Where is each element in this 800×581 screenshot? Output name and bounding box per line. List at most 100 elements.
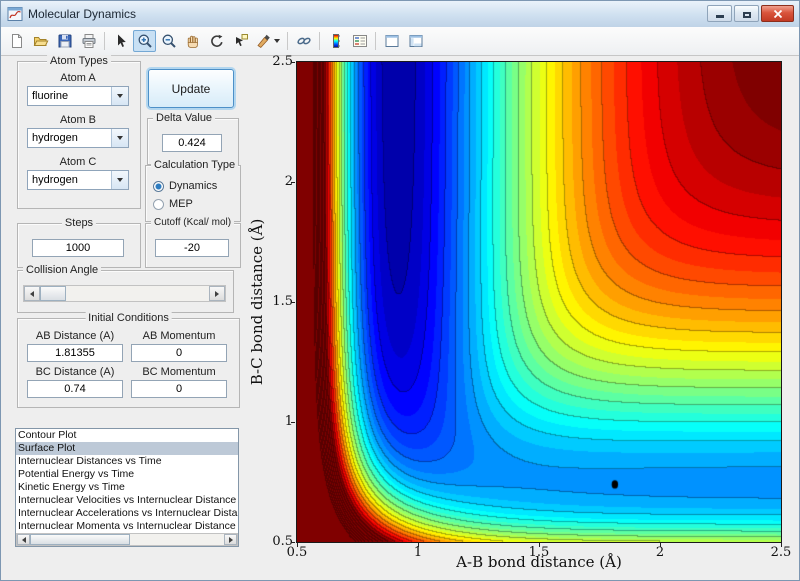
show-plot-tools-button[interactable] <box>404 30 427 52</box>
save-figure-button[interactable] <box>53 30 76 52</box>
delta-value-title: Delta Value <box>153 112 216 124</box>
atom-c-label: Atom C <box>59 156 97 168</box>
close-button[interactable] <box>761 5 794 22</box>
collision-angle-slider[interactable] <box>23 285 226 302</box>
atom-b-label: Atom B <box>59 114 97 126</box>
slider-track[interactable] <box>40 286 209 301</box>
brush-icon <box>257 34 270 49</box>
list-item[interactable]: Internuclear Distances vs Time <box>16 455 238 468</box>
plot-type-listbox[interactable]: Contour Plot Surface Plot Internuclear D… <box>15 428 239 547</box>
bc-distance-field[interactable]: 0.74 <box>27 380 123 398</box>
zoom-out-button[interactable] <box>157 30 180 52</box>
slider-left-arrow[interactable] <box>24 286 40 301</box>
y-tick-label: 2.5 <box>272 54 293 69</box>
calculation-type-panel: Calculation Type <box>145 159 241 222</box>
link-plot-button[interactable] <box>292 30 315 52</box>
new-figure-button[interactable] <box>5 30 28 52</box>
atom-c-value: hydrogen <box>32 174 78 186</box>
edit-plot-button[interactable] <box>109 30 132 52</box>
list-item[interactable]: Potential Energy vs Time <box>16 468 238 481</box>
chevron-down-icon <box>117 94 123 98</box>
list-item[interactable]: Internuclear Velocities vs Internuclear … <box>16 494 238 507</box>
printer-icon <box>82 34 95 48</box>
steps-field[interactable]: 1000 <box>32 239 124 257</box>
colorbar-icon <box>332 34 340 48</box>
mep-radio[interactable]: MEP <box>153 198 193 210</box>
ab-momentum-label: AB Momentum <box>142 330 216 342</box>
y-tick-label: 1.5 <box>272 294 293 309</box>
insert-legend-button[interactable] <box>348 30 371 52</box>
list-item[interactable]: Kinetic Energy vs Time <box>16 481 238 494</box>
delta-value-field[interactable]: 0.424 <box>162 134 222 152</box>
pes-canvas[interactable] <box>297 62 781 542</box>
window: Molecular Dynamics Atom Types Atom A flu… <box>0 0 800 581</box>
dropdown-button <box>111 87 128 105</box>
maximize-icon <box>742 12 751 18</box>
insert-colorbar-button[interactable] <box>324 30 347 52</box>
x-tick-label: 1.5 <box>528 545 550 560</box>
hand-icon <box>187 35 198 48</box>
arrow-right-icon <box>228 536 233 543</box>
atom-a-dropdown[interactable]: fluorine <box>27 86 129 106</box>
scrollbar-thumb[interactable] <box>30 534 130 545</box>
chain-link-icon <box>296 37 311 45</box>
radio-unselected-icon <box>153 198 164 210</box>
arrow-right-icon <box>215 290 219 297</box>
x-tick-mark <box>297 543 298 547</box>
brush-data-button[interactable] <box>253 30 283 52</box>
rotate-3d-button[interactable] <box>205 30 228 52</box>
bc-momentum-field[interactable]: 0 <box>131 380 227 398</box>
y-tick-label: 1 <box>284 414 293 429</box>
ab-distance-field[interactable]: 1.81355 <box>27 344 123 362</box>
open-folder-icon <box>33 37 49 46</box>
slider-thumb[interactable] <box>40 286 66 301</box>
x-tick-mark <box>418 543 419 547</box>
x-tick-mark <box>539 543 540 547</box>
cutoff-title: Cutoff (Kcal/ mol) <box>151 217 235 228</box>
y-tick-mark <box>291 422 295 423</box>
data-cursor-button[interactable] <box>229 30 252 52</box>
zoom-in-button[interactable] <box>133 30 156 52</box>
mep-radio-label: MEP <box>169 198 193 210</box>
hide-plot-tools-button[interactable] <box>380 30 403 52</box>
update-button[interactable]: Update <box>148 69 234 108</box>
minimize-button[interactable] <box>707 5 732 22</box>
radio-selected-icon <box>153 180 164 192</box>
scrollbar-left-arrow[interactable] <box>17 534 30 545</box>
bc-distance-label: BC Distance (A) <box>35 366 115 378</box>
atom-c-dropdown[interactable]: hydrogen <box>27 170 129 190</box>
y-axis-label: B-C bond distance (Å) <box>248 218 266 386</box>
list-item[interactable]: Internuclear Momenta vs Internuclear Dis… <box>16 520 238 533</box>
list-item[interactable]: Internuclear Accelerations vs Internucle… <box>16 507 238 520</box>
print-figure-button[interactable] <box>77 30 100 52</box>
y-tick-mark <box>291 302 295 303</box>
toolbar-separator <box>104 32 105 50</box>
slider-right-arrow[interactable] <box>209 286 225 301</box>
maximize-button[interactable] <box>734 5 759 22</box>
scrollbar-track[interactable] <box>30 534 224 545</box>
listbox-horizontal-scrollbar[interactable] <box>16 533 238 546</box>
y-tick-mark <box>291 62 295 63</box>
dynamics-radio[interactable]: Dynamics <box>153 180 217 192</box>
calculation-type-title: Calculation Type <box>151 159 239 171</box>
data-cursor-icon <box>235 34 248 47</box>
arrow-left-icon <box>21 536 26 543</box>
pan-button[interactable] <box>181 30 204 52</box>
dropdown-button <box>111 129 128 147</box>
toolbar-separator <box>319 32 320 50</box>
zoom-out-icon <box>162 34 176 48</box>
atom-a-value: fluorine <box>32 90 69 102</box>
x-tick-label: 1 <box>413 545 423 560</box>
list-item[interactable]: Contour Plot <box>16 429 238 442</box>
open-file-button[interactable] <box>29 30 52 52</box>
atom-b-dropdown[interactable]: hydrogen <box>27 128 129 148</box>
y-tick-label: 2 <box>284 174 293 189</box>
cutoff-field[interactable]: -20 <box>155 239 229 257</box>
initial-conditions-title: Initial Conditions <box>85 312 172 324</box>
chevron-down-icon <box>117 178 123 182</box>
scrollbar-right-arrow[interactable] <box>224 534 237 545</box>
ab-momentum-field[interactable]: 0 <box>131 344 227 362</box>
title-bar[interactable]: Molecular Dynamics <box>1 1 799 28</box>
bc-momentum-label: BC Momentum <box>142 366 216 378</box>
list-item-selected[interactable]: Surface Plot <box>16 442 238 455</box>
